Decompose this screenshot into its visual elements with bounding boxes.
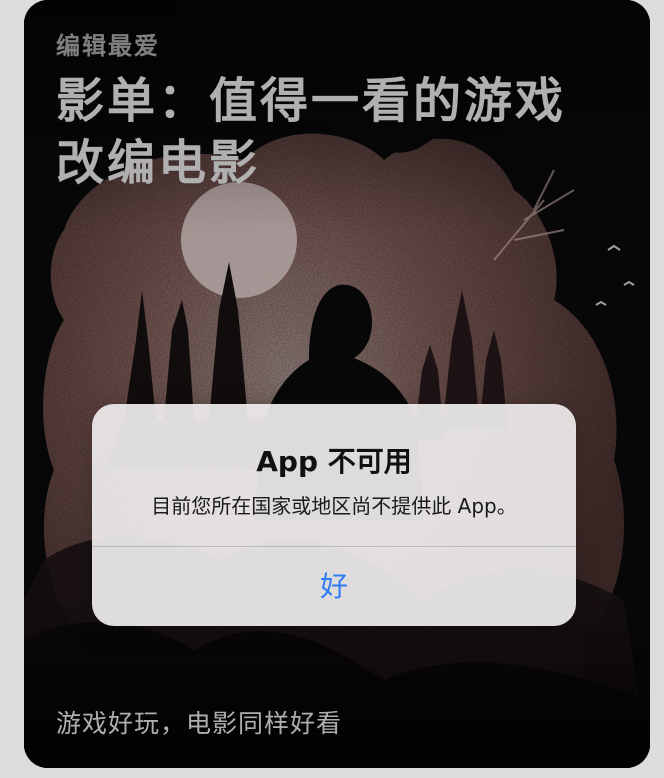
- editorial-card[interactable]: 编辑最爱 影单：值得一看的游戏改编电影 游戏好玩，电影同样好看: [24, 0, 650, 768]
- app-unavailable-alert: App 不可用 目前您所在国家或地区尚不提供此 App。 好: [92, 404, 576, 626]
- alert-title: App 不可用: [256, 445, 412, 478]
- ok-button[interactable]: 好: [92, 547, 576, 626]
- alert-message: 目前您所在国家或地区尚不提供此 App。: [151, 494, 517, 518]
- alert-scrim: [24, 0, 650, 768]
